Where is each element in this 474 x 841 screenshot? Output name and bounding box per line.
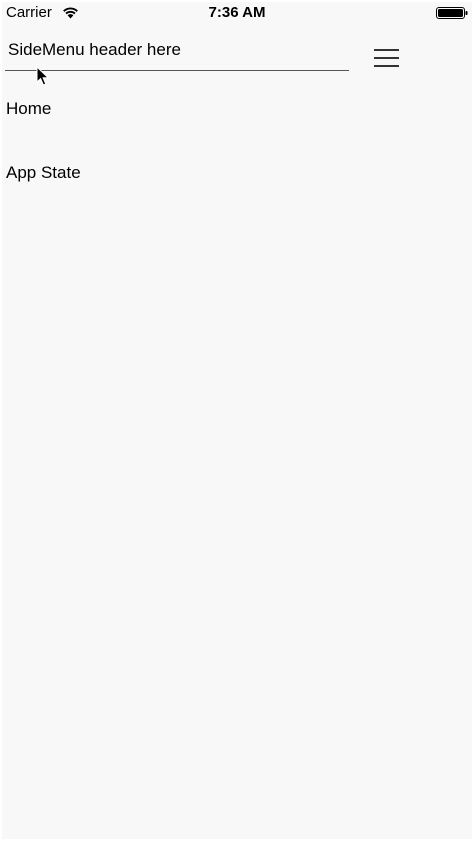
side-menu-header: SideMenu header here — [5, 38, 349, 71]
battery-icon — [436, 7, 468, 19]
side-menu-list: Home App State — [6, 92, 466, 220]
header-title: SideMenu header here — [8, 40, 181, 59]
hamburger-menu-icon — [374, 49, 399, 51]
status-bar: Carrier 7:36 AM — [2, 2, 472, 24]
hamburger-menu-icon-line — [374, 65, 399, 67]
mouse-cursor-icon — [36, 66, 50, 86]
menu-item-app-state[interactable]: App State — [6, 156, 466, 220]
app-screen: Carrier 7:36 AM SideMenu header here Hom… — [2, 2, 472, 839]
hamburger-menu-icon-line — [374, 57, 399, 59]
hamburger-menu-button[interactable] — [368, 44, 404, 74]
status-time: 7:36 AM — [208, 4, 266, 21]
menu-item-home[interactable]: Home — [6, 92, 466, 156]
